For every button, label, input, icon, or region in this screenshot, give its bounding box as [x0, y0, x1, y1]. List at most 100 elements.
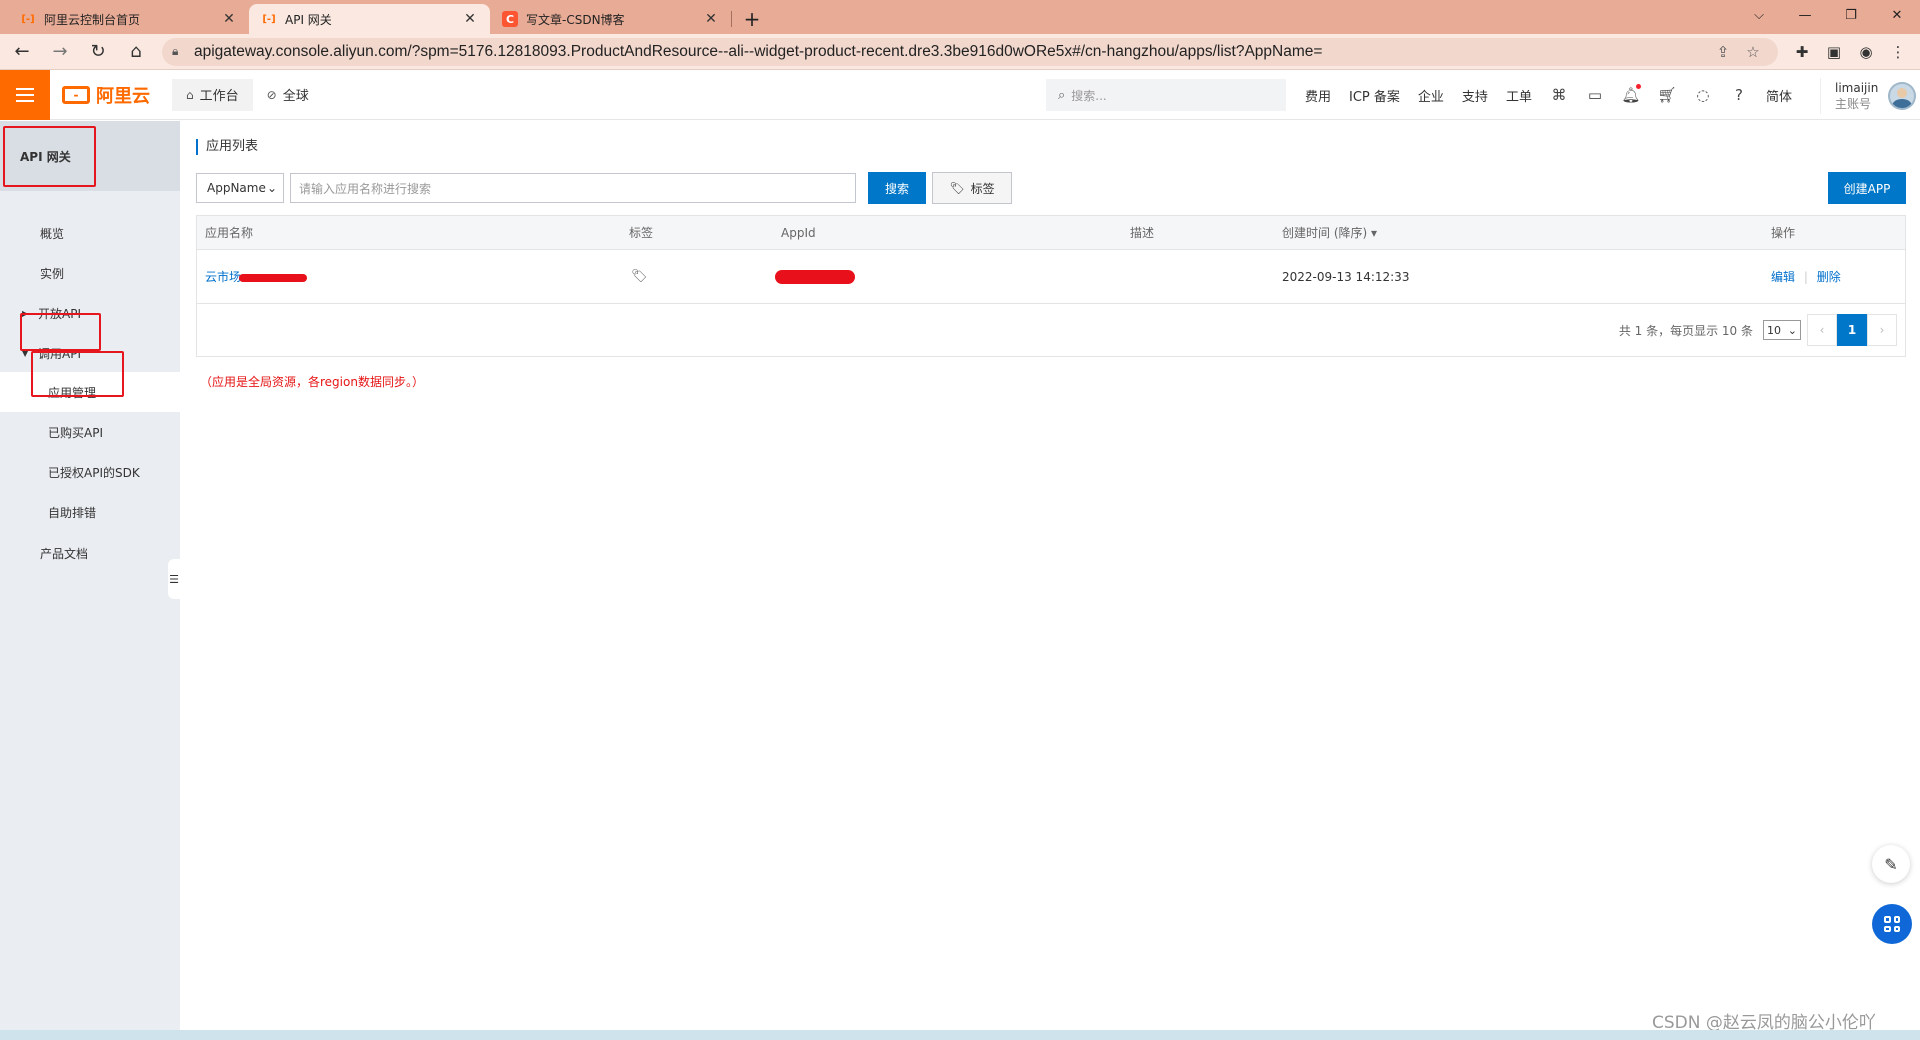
page-size-select[interactable]: 10 ⌄ — [1763, 320, 1801, 340]
back-icon[interactable]: ← — [6, 36, 38, 68]
close-icon[interactable]: ✕ — [221, 11, 237, 27]
tab-title: API 网关 — [285, 12, 332, 27]
url-text[interactable]: apigateway.console.aliyun.com/?spm=5176.… — [194, 43, 1708, 61]
csdn-favicon-icon: C — [502, 11, 518, 27]
browser-tab-active[interactable]: [-] API 网关 ✕ — [249, 4, 490, 34]
app-name-link[interactable]: 云市场 — [205, 268, 308, 285]
browser-tab[interactable]: C 写文章-CSDN博客 ✕ — [490, 4, 731, 34]
reload-icon[interactable]: ↻ — [82, 36, 114, 68]
link-support[interactable]: 支持 — [1453, 70, 1497, 120]
url-field[interactable]: 🔒︎ apigateway.console.aliyun.com/?spm=51… — [162, 37, 1778, 66]
aliyun-logo[interactable]: - 阿里云 — [62, 70, 150, 120]
lock-icon[interactable]: 🔒︎ — [172, 44, 186, 59]
sidebar: API 网关 概览 实例 ▶ 开放API ▼ 调用API 应用管理 已购买API… — [0, 121, 180, 1030]
notification-dot — [1635, 84, 1641, 89]
hamburger-menu-icon[interactable] — [0, 69, 50, 120]
column-header: 应用名称 — [205, 226, 254, 240]
home-icon[interactable]: ⌂ — [120, 36, 152, 68]
extension-icons: ✚ ▣ ◉ ⋮ — [1786, 36, 1914, 68]
select-value: AppName — [207, 181, 266, 195]
nav-label: 工作台 — [199, 89, 239, 104]
global-resource-note: （应用是全局资源，各region数据同步。） — [200, 375, 424, 389]
link-billing[interactable]: 费用 — [1296, 70, 1340, 120]
tag-filter-button[interactable]: 🏷︎ 标签 — [932, 172, 1012, 204]
nav-label: 全球 — [282, 89, 309, 104]
app-name: 云市场 — [205, 270, 242, 284]
nav-workbench[interactable]: ⌂ 工作台 — [172, 78, 253, 111]
link-enterprise[interactable]: 企业 — [1409, 70, 1453, 120]
restore-icon[interactable]: ❐ — [1828, 0, 1874, 30]
bookmark-star-icon[interactable]: ☆ — [1738, 43, 1768, 61]
close-window-icon[interactable]: ✕ — [1874, 0, 1920, 30]
sidebar-item-overview[interactable]: 概览 — [0, 213, 180, 253]
tag-icon[interactable]: 🏷︎ — [631, 269, 648, 284]
annotation-box — [3, 126, 96, 187]
link-ticket[interactable]: 工单 — [1497, 70, 1541, 120]
forward-icon[interactable]: → — [44, 36, 76, 68]
help-icon[interactable]: ? — [1721, 70, 1757, 120]
sidebar-item-docs[interactable]: 产品文档 — [0, 533, 180, 573]
filter-field-select[interactable]: AppName ⌄ — [196, 173, 284, 203]
filter-bar: AppName ⌄ 请输入应用名称进行搜索 搜索 🏷︎ 标签 — [196, 172, 1012, 204]
prev-page-button[interactable]: ‹ — [1807, 314, 1837, 346]
sidebar-collapse-icon[interactable]: ☰ — [168, 559, 180, 599]
chevron-down-icon: ⌄ — [1787, 323, 1797, 337]
browser-tab[interactable]: [-] 阿里云控制台首页 ✕ — [8, 4, 249, 34]
new-tab-icon[interactable]: + — [738, 5, 766, 33]
side-panel-icon[interactable]: ▣ — [1818, 36, 1850, 68]
redaction-mark — [775, 269, 855, 284]
column-header: 描述 — [1130, 226, 1155, 240]
nav-global[interactable]: ⊘ 全球 — [253, 79, 323, 111]
user-name: limaijin — [1835, 81, 1879, 95]
close-icon[interactable]: ✕ — [462, 11, 478, 27]
tab-title: 写文章-CSDN博客 — [526, 12, 625, 27]
feedback-edit-icon[interactable]: ✎ — [1872, 845, 1910, 883]
close-icon[interactable]: ✕ — [703, 11, 719, 27]
extensions-puzzle-icon[interactable]: ✚ — [1786, 36, 1818, 68]
bell-icon[interactable]: 🔔︎ — [1613, 70, 1649, 120]
page-number-button[interactable]: 1 — [1837, 314, 1867, 346]
search-button[interactable]: 搜索 — [868, 172, 926, 204]
aliyun-logo-mark-icon: - — [62, 85, 90, 104]
column-header: 标签 — [629, 226, 654, 240]
user-menu[interactable]: limaijin 主账号 — [1820, 78, 1916, 114]
terminal-icon[interactable]: ▭ — [1577, 70, 1613, 120]
aliyun-favicon-icon: [-] — [262, 13, 276, 25]
link-icp[interactable]: ICP 备案 — [1340, 70, 1409, 120]
lightbulb-icon[interactable]: ◌ — [1685, 70, 1721, 120]
language-switch[interactable]: 简体 — [1757, 70, 1801, 120]
aliyun-favicon-icon: [-] — [21, 13, 35, 25]
annotation-box — [20, 313, 101, 351]
tab-search-icon[interactable]: ⌵ — [1736, 0, 1782, 30]
search-icon: ⌕ — [1058, 87, 1066, 103]
app-grid-icon[interactable] — [1872, 904, 1912, 944]
sidebar-item-instances[interactable]: 实例 — [0, 253, 180, 293]
page-title: 应用列表 — [196, 139, 258, 155]
minimize-icon[interactable]: — — [1782, 0, 1828, 30]
avatar[interactable] — [1888, 82, 1916, 110]
sidebar-item-label: 已购买API — [48, 425, 103, 440]
tag-icon: 🏷︎ — [949, 181, 965, 195]
menu-kebab-icon[interactable]: ⋮ — [1882, 36, 1914, 68]
row-actions: 编辑 | 删除 — [1771, 268, 1841, 285]
create-app-button[interactable]: 创建APP — [1828, 172, 1906, 204]
sidebar-item-troubleshoot[interactable]: 自助排错 — [0, 492, 180, 532]
top-nav: ⌂ 工作台 ⊘ 全球 — [172, 70, 323, 120]
bottom-strip — [0, 1030, 1920, 1040]
sort-desc-icon: ▾ — [1371, 226, 1378, 240]
delete-link[interactable]: 删除 — [1817, 270, 1841, 284]
share-icon[interactable]: ⇪ — [1708, 43, 1738, 61]
edit-link[interactable]: 编辑 — [1771, 270, 1795, 284]
cloud-shell-icon[interactable]: ⌘ — [1541, 70, 1577, 120]
sidebar-item-authorized-sdk[interactable]: 已授权API的SDK — [0, 452, 180, 492]
column-header-sortable[interactable]: 创建时间 (降序) ▾ — [1282, 224, 1377, 241]
user-name-block: limaijin 主账号 — [1835, 80, 1878, 112]
next-page-button[interactable]: › — [1867, 314, 1897, 346]
cart-icon[interactable]: 🛒︎ — [1649, 70, 1685, 120]
column-header: AppId — [781, 225, 816, 240]
console-search-input[interactable]: ⌕ 搜索... — [1046, 79, 1286, 111]
redaction-mark — [239, 273, 308, 282]
search-input[interactable]: 请输入应用名称进行搜索 — [290, 173, 856, 203]
profile-icon[interactable]: ◉ — [1850, 36, 1882, 68]
sidebar-item-purchased-api[interactable]: 已购买API — [0, 412, 180, 452]
